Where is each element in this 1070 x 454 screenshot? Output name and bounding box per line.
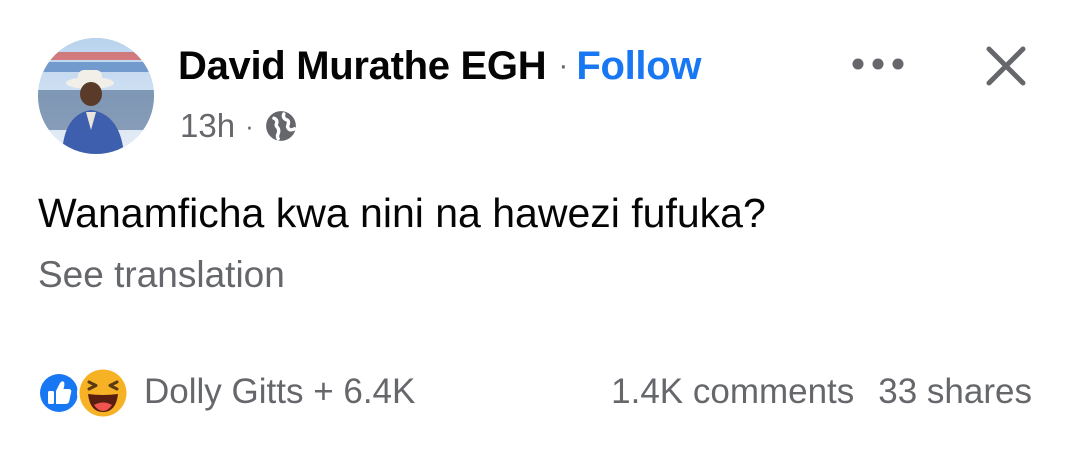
engagement-counts: 1.4K comments 33 shares: [611, 364, 1032, 420]
close-button[interactable]: [970, 30, 1042, 102]
close-icon: [986, 46, 1026, 86]
post-meta: 13h ·: [180, 104, 298, 148]
reaction-count: Dolly Gitts + 6.4K: [144, 372, 416, 411]
globe-icon: [264, 109, 298, 143]
haha-icon: [77, 367, 129, 419]
shares-count[interactable]: 33 shares: [878, 372, 1032, 412]
dot-separator: ·: [558, 49, 569, 82]
avatar-image: [38, 38, 154, 154]
reaction-icons: [36, 364, 140, 420]
author-name[interactable]: David Murathe EGH: [178, 44, 547, 89]
more-options-button[interactable]: [842, 44, 914, 84]
more-horizontal-icon: [852, 58, 904, 70]
avatar[interactable]: [38, 38, 154, 154]
see-translation-link[interactable]: See translation: [38, 254, 285, 296]
post-card: David Murathe EGH · Follow 13h · Wanamfi…: [0, 0, 1070, 454]
comments-count[interactable]: 1.4K comments: [611, 372, 854, 412]
author-row: David Murathe EGH · Follow: [178, 38, 701, 94]
follow-button[interactable]: Follow: [576, 44, 701, 89]
post-text: Wanamficha kwa nini na hawezi fufuka?: [38, 190, 766, 236]
reactions-summary[interactable]: Dolly Gitts + 6.4K: [36, 364, 415, 420]
meta-separator: ·: [245, 110, 254, 141]
timestamp[interactable]: 13h: [180, 107, 235, 145]
